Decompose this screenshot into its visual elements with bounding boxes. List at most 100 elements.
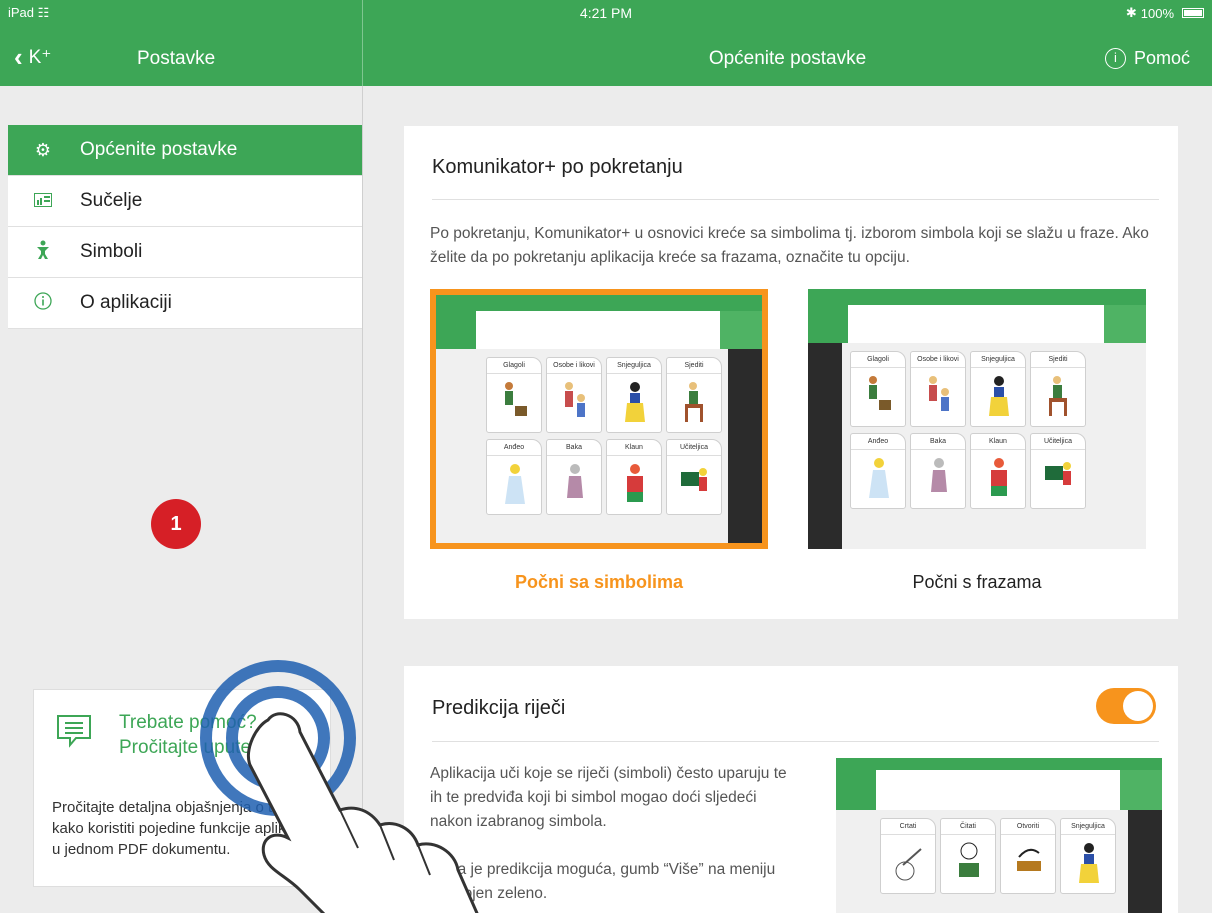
preview-screen: Glagoli Osobe i likovi Snjeguljica Sjedi… — [436, 295, 762, 543]
bluetooth-icon: ✱ — [1125, 5, 1137, 20]
tile-label: Osobe i likovi — [547, 362, 601, 374]
preview-tile: Klaun — [606, 439, 662, 515]
preview-tile: Učiteljica — [1030, 433, 1086, 509]
settings-screen: iPad ☷ 4:21 PM ✱ 100% ‹ K⁺ Postavke Opće… — [0, 0, 1212, 913]
tile-label: Učiteljica — [1031, 438, 1085, 450]
preview-tile: Anđeo — [486, 439, 542, 515]
back-button[interactable]: ‹ K⁺ — [14, 44, 51, 70]
page-title: Općenite postavke — [708, 48, 867, 69]
preview-status — [808, 289, 1146, 305]
prediction-toggle[interactable] — [1096, 688, 1156, 724]
preview-grid: Crtati Čitati Otvoriti Snjeguljica — [836, 810, 1128, 913]
back-label: K⁺ — [28, 46, 52, 68]
divider — [432, 199, 1159, 200]
tile-label: Klaun — [607, 444, 661, 456]
preview-tile: Baka — [546, 439, 602, 515]
status-time: 4:21 PM — [579, 5, 633, 21]
status-right: ✱ 100% — [1126, 5, 1204, 21]
preview-tile: Sjediti — [1030, 351, 1086, 427]
tile-label: Sjediti — [667, 362, 721, 374]
help-button[interactable]: i Pomoć — [1104, 48, 1190, 69]
preview-screen: Glagoli Osobe i likovi Snjeguljica Sjedi… — [808, 289, 1146, 549]
preview-side-menu — [728, 349, 762, 543]
tile-label: Učiteljica — [667, 444, 721, 456]
tile-label: Anđeo — [851, 438, 905, 450]
tile-label: Sjediti — [1031, 356, 1085, 368]
option-phrases-preview[interactable]: Glagoli Osobe i likovi Snjeguljica Sjedi… — [808, 289, 1146, 549]
preview-screen: Crtati Čitati Otvoriti Snjeguljica — [836, 758, 1162, 913]
preview-tile: Baka — [910, 433, 966, 509]
chevron-left-icon: ‹ — [14, 42, 23, 72]
preview-tile: Klaun — [970, 433, 1026, 509]
tile-label: Crtati — [881, 823, 935, 835]
tile-label: Osobe i likovi — [911, 356, 965, 368]
tile-label: Glagoli — [851, 356, 905, 368]
battery-percent: 100% — [1140, 5, 1174, 21]
sidebar-menu: ⚙ Općenite postavke Sučelje Simboli O ap… — [8, 125, 362, 329]
tile-label: Otvoriti — [1001, 823, 1055, 835]
info-icon — [28, 291, 58, 315]
tile-label: Anđeo — [487, 444, 541, 456]
symbol-figure-icon — [28, 240, 58, 265]
preview-side-menu — [808, 343, 842, 549]
option-phrases-label[interactable]: Počni s frazama — [808, 572, 1146, 593]
tile-label: Snjeguljica — [971, 356, 1025, 368]
preview-input — [852, 307, 1098, 339]
preview-status — [836, 758, 1162, 770]
preview-tile: Sjediti — [666, 357, 722, 433]
divider — [432, 741, 1159, 742]
preview-tile: Glagoli — [486, 357, 542, 433]
preview-tile: Otvoriti — [1000, 818, 1056, 894]
sidebar-title: Postavke — [137, 48, 216, 69]
tile-label: Glagoli — [487, 362, 541, 374]
prediction-description-2: Kada je predikcija moguća, gumb “Više” n… — [430, 861, 776, 902]
preview-speaker-icon — [1104, 305, 1146, 343]
startup-card: Komunikator+ po pokretanju Po pokretanju… — [404, 126, 1178, 619]
sidebar-item-label: O aplikaciji — [80, 292, 172, 313]
sidebar-item-interface[interactable]: Sučelje — [8, 176, 362, 227]
sidebar-item-symbols[interactable]: Simboli — [8, 227, 362, 278]
sidebar-item-label: Simboli — [80, 241, 143, 262]
option-symbols-label[interactable]: Počni sa simbolima — [430, 572, 768, 593]
prediction-description: Aplikacija uči koje se riječi (simboli) … — [430, 765, 787, 830]
info-icon: i — [1104, 48, 1126, 69]
step-badge: 1 — [151, 499, 201, 549]
gear-icon: ⚙ — [34, 139, 52, 160]
option-symbols-preview[interactable]: Glagoli Osobe i likovi Snjeguljica Sjedi… — [430, 289, 768, 549]
startup-title: Komunikator+ po pokretanju — [432, 156, 683, 178]
help-card-text: Pročitajte detaljna objašnjenja o tome k… — [52, 799, 317, 858]
preview-grid: Glagoli Osobe i likovi Snjeguljica Sjedi… — [842, 343, 1146, 549]
preview-tile: Osobe i likovi — [910, 351, 966, 427]
battery-icon — [1182, 8, 1204, 18]
preview-tile: Čitati — [940, 818, 996, 894]
preview-list-icon — [808, 305, 848, 343]
preview-tile: Snjeguljica — [606, 357, 662, 433]
preview-list-icon — [836, 770, 876, 810]
sidebar: ⚙ Općenite postavke Sučelje Simboli O ap… — [0, 86, 363, 913]
preview-tile: Crtati — [880, 818, 936, 894]
preview-tile: Učiteljica — [666, 439, 722, 515]
preview-tile: Snjeguljica — [970, 351, 1026, 427]
tile-label: Snjeguljica — [1061, 823, 1115, 835]
prediction-card: Predikcija riječi Aplikacija uči koje se… — [404, 666, 1178, 913]
sidebar-item-label: Sučelje — [80, 190, 143, 211]
help-card-title: Trebate pomoć? Pročitajte upute — [119, 710, 257, 760]
help-label: Pomoć — [1133, 48, 1190, 68]
sidebar-item-label: Općenite postavke — [80, 139, 238, 160]
preview-tile: Snjeguljica — [1060, 818, 1116, 894]
layout-icon — [28, 191, 58, 212]
sidebar-item-general[interactable]: ⚙ Općenite postavke — [8, 125, 362, 176]
tile-label: Klaun — [971, 438, 1025, 450]
preview-input — [880, 772, 1114, 808]
prediction-title: Predikcija riječi — [432, 697, 566, 719]
prediction-preview: Crtati Čitati Otvoriti Snjeguljica — [836, 758, 1162, 913]
preview-tile: Anđeo — [850, 433, 906, 509]
sidebar-item-about[interactable]: O aplikaciji — [8, 278, 362, 329]
help-card[interactable]: Trebate pomoć? Pročitajte upute Pročitaj… — [33, 689, 331, 887]
startup-description: Po pokretanju, Komunikator+ u osnovici k… — [430, 225, 1149, 266]
tile-label: Čitati — [941, 823, 995, 835]
help-card-title-line1: Trebate pomoć? — [119, 712, 257, 733]
top-bar: iPad ☷ 4:21 PM ✱ 100% ‹ K⁺ Postavke Opće… — [0, 0, 1212, 86]
preview-side-menu — [1128, 810, 1162, 913]
preview-grid: Glagoli Osobe i likovi Snjeguljica Sjedi… — [436, 349, 728, 543]
